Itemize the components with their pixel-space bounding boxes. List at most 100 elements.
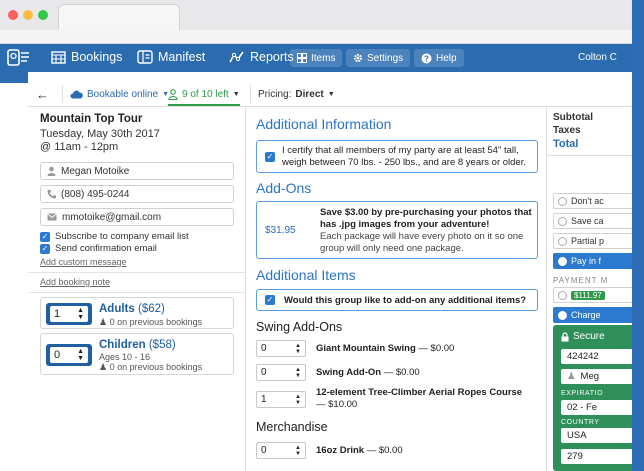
payment-option-dont-accept-label: Don't ac [571,196,604,206]
secure-label: Secure [573,331,605,342]
swing-addon-quantity-select[interactable]: 0 ▲ ▼ [256,364,306,381]
country-select[interactable]: USA [561,428,632,443]
gear-icon [353,53,363,63]
payment-option-partial[interactable]: Partial p [553,233,632,249]
add-custom-message-link[interactable]: Add custom message [40,257,127,267]
radio-selected-icon [558,256,567,266]
ropes-course-quantity-select[interactable]: 1 ▲ ▼ [256,391,306,408]
customer-phone-value: (808) 495-0244 [61,188,130,200]
nav-bookings[interactable]: Bookings [51,50,122,64]
close-window-button[interactable] [8,10,18,20]
cardholder-name-input[interactable]: ♟ Meg [561,369,632,384]
additional-items-checkbox[interactable]: ✓ Would this group like to add-on any ad… [256,289,538,311]
user-menu[interactable]: Colton C [578,52,617,63]
children-quantity: 0 [54,349,61,361]
radio-icon [558,196,567,206]
payment-option-dont-accept[interactable]: Don't ac [553,193,632,209]
minimize-window-button[interactable] [23,10,33,20]
cloud-icon [70,90,83,98]
payment-option-save-card[interactable]: Save ca [553,213,632,229]
children-name: Children [99,339,146,351]
customer-email-field[interactable]: mmotoike@gmail.com [40,208,234,226]
nav-settings[interactable]: Settings [346,49,411,67]
ticket-children: 0 ▲ ▼ Children ($58) Ages 10 - 16 ♟ 0 on p… [40,333,234,375]
drink-quantity-select[interactable]: 0 ▲ ▼ [256,442,306,459]
confirmation-checkbox[interactable]: ✓ Send confirmation email [40,243,157,254]
adults-quantity-stepper[interactable]: 1 ▲ ▼ [46,303,92,325]
logo-icon[interactable] [6,48,32,68]
addons-heading: Add-Ons [256,180,312,196]
children-title: Children ($58) [99,339,176,351]
customer-phone-field[interactable]: (808) 495-0244 [40,185,234,203]
checkbox-checked-icon: ✓ [265,152,275,162]
nav-manifest[interactable]: Manifest [137,50,205,64]
children-quantity-stepper[interactable]: 0 ▲ ▼ [46,344,92,366]
grid-icon [297,53,307,63]
merchandise-heading: Merchandise [256,420,328,434]
availability-dropdown[interactable]: 9 of 10 left ▼ [168,84,240,106]
children-previous-bookings-label: 0 on previous bookings [109,362,203,372]
certify-checkbox[interactable]: ✓ I certify that all members of my party… [256,140,538,173]
browser-window: Bookings Manifest Reports Items Settings… [0,0,632,471]
payment-amount-option[interactable]: $111.97 [553,287,632,303]
stepper-arrows-icon: ▲ ▼ [77,348,84,362]
user-name: Colton C [578,52,617,63]
photo-addon-card[interactable]: $31.95 Save $3.00 by pre-purchasing your… [256,201,538,259]
nav-manifest-label: Manifest [158,50,206,64]
browser-tab[interactable] [58,4,180,30]
select-arrows-icon: ▲ ▼ [295,342,301,355]
country-label: COUNTRY [561,419,600,426]
ropes-course-quantity: 1 [261,394,267,405]
giant-swing-name: Giant Mountain Swing [316,343,416,354]
person-icon [168,88,178,100]
customer-column: Mountain Top Tour Tuesday, May 30th 2017… [28,107,246,471]
ticket-adults: 1 ▲ ▼ Adults ($62) ♟ 0 on previous booking… [40,297,234,329]
ropes-course-price: $10.00 [328,398,358,410]
svg-text:?: ? [424,54,429,63]
subscribe-checkbox[interactable]: ✓ Subscribe to company email list [40,231,189,242]
charge-option[interactable]: Charge [553,307,632,323]
ropes-course-label: 12-element Tree-Climber Aerial Ropes Cou… [316,387,523,410]
user-small-icon: ♟ [99,317,108,327]
drink-price: $0.00 [378,445,403,456]
customer-name-field[interactable]: Megan Motoike [40,162,234,180]
ropes-course-name: 12-element Tree-Climber Aerial Ropes Cou… [316,387,523,398]
zip-input[interactable]: 279 [561,449,632,464]
additional-info-heading: Additional Information [256,116,392,132]
adults-name: Adults [99,303,135,315]
checkbox-checked-icon: ✓ [40,231,50,242]
back-arrow-icon[interactable]: ← [36,84,49,104]
browser-toolbar [0,30,632,44]
drink-label: 16oz Drink — $0.00 [316,445,403,456]
giant-swing-quantity: 0 [261,343,267,354]
drink-quantity: 0 [261,445,267,456]
nav-items[interactable]: Items [290,49,343,67]
maximize-window-button[interactable] [38,10,48,20]
nav-help[interactable]: ? Help [414,49,464,67]
swing-addon-name: Swing Add-On [316,367,382,378]
giant-swing-quantity-select[interactable]: 0 ▲ ▼ [256,340,306,357]
card-number-value: 424242 [567,351,599,362]
card-number-input[interactable]: 424242 [561,349,632,364]
add-booking-note-link[interactable]: Add booking note [40,277,110,287]
nav-bookings-label: Bookings [71,50,123,64]
drink-name: 16oz Drink [316,445,365,456]
adults-price: ($62) [137,303,165,315]
payment-option-pay-in-full[interactable]: Pay in f [553,253,632,269]
giant-swing-price: $0.00 [430,343,455,354]
pricing-value: Direct [295,88,324,100]
pricing-dropdown[interactable]: Pricing: Direct ▼ [258,84,335,104]
payment-option-save-card-label: Save ca [571,216,604,226]
tour-time: @ 11am - 12pm [40,141,119,153]
nav-reports[interactable]: Reports [229,50,294,64]
user-icon: ♟ [567,371,576,382]
expiration-select[interactable]: 02 - Fe [561,400,632,415]
secure-heading: Secure [561,331,605,342]
phone-icon [47,189,56,199]
availability-label: 9 of 10 left [182,88,229,100]
reports-icon [229,51,244,63]
adults-title: Adults ($62) [99,303,165,315]
subscribe-label: Subscribe to company email list [55,231,189,242]
bookable-status-dropdown[interactable]: Bookable online ▼ [70,84,169,104]
payment-summary-column: Subtotal Taxes Total Don't ac Save ca Pa… [546,107,632,471]
